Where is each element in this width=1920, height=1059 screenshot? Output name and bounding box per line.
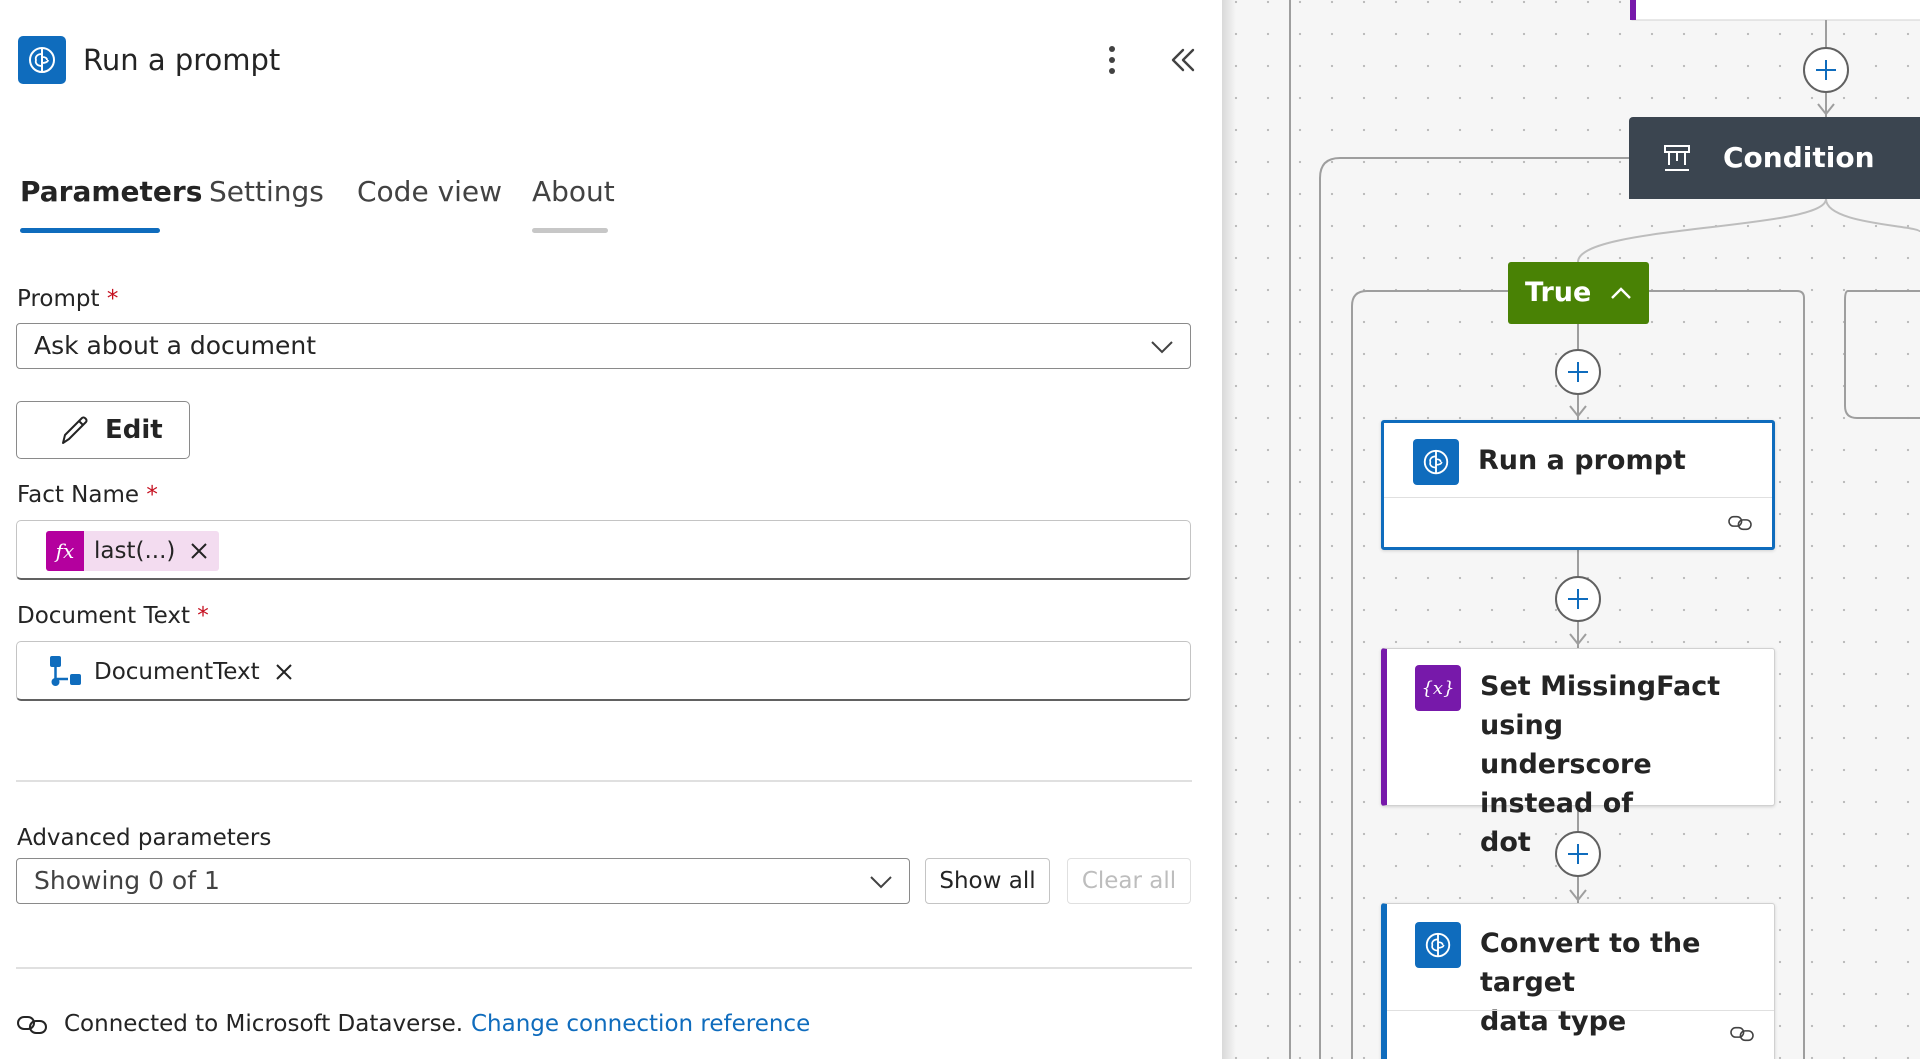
insert-step-button[interactable] xyxy=(1555,576,1601,622)
advanced-parameters-label: Advanced parameters xyxy=(17,825,272,851)
edit-prompt-button[interactable]: Edit xyxy=(16,401,190,459)
link-icon xyxy=(1730,1026,1754,1042)
more-options-button[interactable] xyxy=(1092,38,1132,82)
action-card-run-a-prompt[interactable]: Run a prompt xyxy=(1381,420,1775,550)
condition-node[interactable]: Condition xyxy=(1629,117,1920,199)
change-connection-link[interactable]: Change connection reference xyxy=(471,1008,810,1040)
pencil-icon xyxy=(62,416,88,444)
section-divider xyxy=(16,780,1192,782)
active-tab-indicator xyxy=(20,228,160,233)
show-all-button[interactable]: Show all xyxy=(925,858,1050,904)
tab-about[interactable]: About xyxy=(532,172,615,212)
advanced-parameters-dropdown[interactable]: Showing 0 of 1 xyxy=(16,858,910,904)
chevron-down-icon xyxy=(1151,341,1173,354)
required-mark: * xyxy=(197,603,209,629)
link-icon xyxy=(1728,515,1752,531)
double-chevron-left-icon xyxy=(1171,48,1195,72)
prompt-label: Prompt * xyxy=(17,286,119,312)
tab-code-view[interactable]: Code view xyxy=(357,172,502,212)
ai-brain-icon xyxy=(1415,922,1461,968)
condition-icon xyxy=(1664,145,1690,171)
dot-icon xyxy=(1109,46,1115,52)
fact-name-input[interactable]: fx last(...) xyxy=(16,520,1191,580)
insert-step-button[interactable] xyxy=(1555,349,1601,395)
insert-step-button[interactable] xyxy=(1555,831,1601,877)
ai-brain-icon xyxy=(1413,439,1459,485)
document-text-input[interactable]: DocumentText xyxy=(16,641,1191,701)
prompt-dropdown[interactable]: Ask about a document xyxy=(16,323,1191,369)
expression-token[interactable]: fx last(...) xyxy=(46,531,220,571)
dot-icon xyxy=(1109,57,1115,63)
dot-icon xyxy=(1109,68,1115,74)
panel-title: Run a prompt xyxy=(83,43,281,77)
flow-canvas[interactable]: Condition True Run a prompt {x} Set Miss… xyxy=(1222,0,1920,1059)
clear-all-button[interactable]: Clear all xyxy=(1067,858,1191,904)
document-text-label: Document Text * xyxy=(17,603,209,629)
close-icon[interactable] xyxy=(189,541,209,561)
tab-parameters[interactable]: Parameters xyxy=(20,172,202,212)
dataverse-icon xyxy=(50,656,81,686)
required-mark: * xyxy=(146,482,158,508)
chevron-up-icon[interactable] xyxy=(1609,285,1633,301)
action-panel: Run a prompt Parameters Settings Code vi… xyxy=(0,0,1222,1059)
action-card-convert-data-type[interactable]: Convert to the target data type xyxy=(1381,903,1775,1059)
dynamic-content-token[interactable]: DocumentText xyxy=(46,652,294,692)
insert-step-button[interactable] xyxy=(1803,47,1849,93)
variable-icon: {x} xyxy=(1415,665,1461,711)
card-footer xyxy=(1384,497,1772,547)
advanced-parameters-value: Showing 0 of 1 xyxy=(34,866,220,895)
function-icon: fx xyxy=(46,531,84,571)
chevron-down-icon xyxy=(870,876,892,889)
card-footer xyxy=(1387,1010,1774,1059)
ai-brain-icon xyxy=(18,36,66,84)
card-title: Run a prompt xyxy=(1478,445,1686,476)
fact-name-label: Fact Name * xyxy=(17,482,158,508)
section-divider xyxy=(16,967,1192,969)
connection-status: Connected to Microsoft Dataverse. xyxy=(64,1011,464,1037)
collapse-panel-button[interactable] xyxy=(1165,40,1201,80)
prompt-value: Ask about a document xyxy=(34,331,317,360)
link-icon xyxy=(17,1016,47,1034)
close-icon[interactable] xyxy=(274,662,294,682)
true-branch-badge[interactable]: True xyxy=(1508,262,1649,324)
required-mark: * xyxy=(106,286,119,312)
panel-shadow xyxy=(1222,0,1236,1059)
tab-settings[interactable]: Settings xyxy=(209,172,324,212)
hover-tab-indicator xyxy=(532,228,608,233)
action-card-set-variable[interactable]: {x} Set MissingFact using underscore ins… xyxy=(1381,648,1775,858)
card-title: Set MissingFact using underscore instead… xyxy=(1480,671,1721,858)
